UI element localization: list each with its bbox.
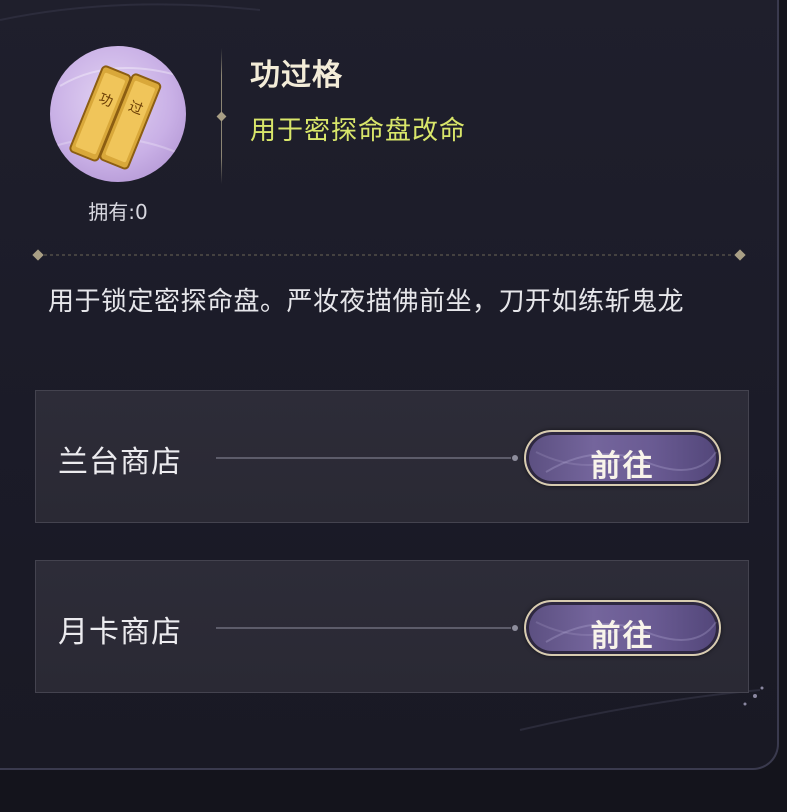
item-description: 用于锁定密探命盘。严妆夜描佛前坐，刀开如练斩鬼龙 [48, 287, 685, 317]
golden-tablets-icon: 功 过 [54, 65, 186, 170]
source-label: 兰台商店 [58, 445, 182, 480]
section-divider [32, 249, 746, 261]
go-button[interactable]: 前往 [524, 600, 721, 656]
source-label: 月卡商店 [58, 615, 182, 650]
item-title: 功过格 [250, 58, 343, 93]
go-button[interactable]: 前往 [524, 430, 721, 486]
go-button-label: 前往 [590, 619, 655, 654]
connector-line [216, 625, 518, 631]
owned-count: 拥有:0 [88, 200, 148, 224]
item-subtitle: 用于密探命盘改命 [250, 116, 467, 146]
connector-line [216, 455, 518, 461]
go-button-label: 前往 [590, 449, 655, 484]
source-row: 兰台商店 前往 [35, 390, 749, 523]
source-row: 月卡商店 前往 [35, 560, 749, 693]
item-detail-panel: 功 过 拥有:0 功过格 用于密探命盘改命 用于锁定密探命盘。严妆夜描佛前坐，刀… [0, 0, 779, 770]
item-icon: 功 过 [50, 46, 186, 182]
